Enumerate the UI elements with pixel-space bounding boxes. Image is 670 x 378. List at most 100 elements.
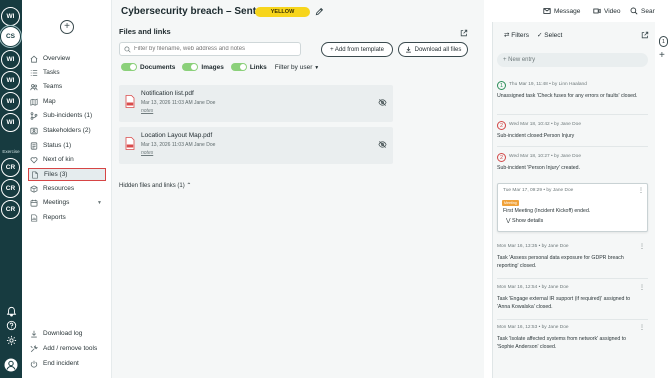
more-menu-icon[interactable]: ⋮ <box>639 284 645 291</box>
sidebar-item-map[interactable]: Map <box>30 95 106 108</box>
box-icon <box>30 185 38 193</box>
images-toggle[interactable] <box>182 63 199 71</box>
entry-count-badge: 1 <box>497 81 506 90</box>
calendar-icon <box>30 199 38 207</box>
workspace-avatar[interactable]: WI <box>1 71 20 90</box>
exercise-avatar[interactable]: CR <box>1 200 20 219</box>
documents-toggle[interactable] <box>121 63 137 71</box>
log-entry[interactable]: 1 Thu Mar 19, 11:48 • by Linn Haaland Un… <box>497 81 648 111</box>
select-button[interactable]: ✓ Select <box>537 31 562 39</box>
gear-icon[interactable] <box>6 335 17 346</box>
power-icon <box>30 360 38 368</box>
sidebar-item-teams[interactable]: Teams <box>30 80 106 93</box>
sidebar-item-tasks[interactable]: Tasks <box>30 66 106 79</box>
file-type-toggles: Documents Images Links Filter by user ▼ <box>121 62 319 72</box>
filter-icon: ⇄ <box>504 32 510 39</box>
workspace-avatar-active[interactable]: CS <box>0 25 22 48</box>
exercise-avatar[interactable]: CR <box>1 158 20 177</box>
more-menu-icon[interactable]: ⋮ <box>638 187 644 194</box>
help-icon[interactable] <box>6 320 17 331</box>
pdf-file-icon <box>125 137 135 150</box>
add-remove-tools-button[interactable]: Add / remove tools <box>30 342 106 355</box>
links-toggle[interactable] <box>230 63 247 71</box>
hidden-files-label: Hidden files and links (1) <box>119 183 185 189</box>
video-button[interactable]: Video <box>593 7 621 15</box>
user-avatar-icon[interactable] <box>4 358 18 372</box>
search-icon <box>630 7 638 15</box>
add-remove-tools-label: Add / remove tools <box>43 345 98 352</box>
log-entry[interactable]: Mon Mar 16, 13:35 • by Jane Doe ⋮ Task '… <box>497 243 648 273</box>
sidebar-item-next-of-kin[interactable]: Next of kin <box>30 153 106 166</box>
file-name[interactable]: Location Layout Map.pdf <box>141 132 212 139</box>
file-notes[interactable]: notes <box>141 108 153 114</box>
download-all-files-button[interactable]: Download all files <box>398 42 468 57</box>
external-link-icon[interactable] <box>460 29 468 37</box>
filters-button[interactable]: ⇄ Filters <box>504 31 529 39</box>
sidebar-item-label: Meetings <box>43 199 70 206</box>
hide-eye-icon[interactable] <box>378 98 387 107</box>
status-icon <box>30 141 38 150</box>
chevron-down-icon[interactable]: ▼ <box>97 200 102 206</box>
log-entry[interactable]: 2 Wed Mar 18, 10:27 • by Jane Doe Sub-in… <box>497 153 648 173</box>
file-card[interactable]: Notification list.pdf Mar 13, 2026 11:03… <box>119 85 393 122</box>
tools-icon <box>30 344 38 352</box>
log-entry[interactable]: Mon Mar 16, 12:53 • by Jane Doe ⋮ Task '… <box>497 324 648 354</box>
log-entry[interactable]: 2 Wed Mar 18, 10:42 • by Jane Doe Sub-in… <box>497 121 648 141</box>
file-icon <box>32 170 38 179</box>
sidebar-item-reports[interactable]: Reports <box>30 211 106 224</box>
sidebar-item-label: Resources <box>43 185 75 192</box>
more-menu-icon[interactable]: ⋮ <box>639 324 645 331</box>
sidebar-item-stakeholders[interactable]: Stakeholders (2) <box>30 124 106 137</box>
download-log-button[interactable]: Download log <box>30 327 106 340</box>
divider <box>497 319 648 320</box>
file-name[interactable]: Notification list.pdf <box>141 90 194 97</box>
add-from-template-button[interactable]: + Add from template <box>321 42 393 57</box>
file-search-input[interactable] <box>134 46 294 52</box>
show-details-button[interactable]: ⋁ Show details <box>506 218 543 224</box>
sidebar-item-overview[interactable]: Overview <box>30 52 106 65</box>
add-panel-icon[interactable]: + <box>659 51 665 61</box>
log-entry[interactable]: Mon Mar 16, 12:54 • by Jane Doe ⋮ Task '… <box>497 284 648 314</box>
download-icon <box>405 46 411 53</box>
add-button[interactable]: + <box>60 20 74 34</box>
sidebar-item-status[interactable]: Status (1) <box>30 139 106 152</box>
entry-text: Sub-incident 'Person Injury' created. <box>497 165 581 171</box>
sidebar-item-sub-incidents[interactable]: Sub-incidents (1) <box>30 109 106 122</box>
end-incident-label: End incident <box>43 360 79 367</box>
sidebar-item-files[interactable]: Files (3) <box>28 168 106 181</box>
message-button[interactable]: Message <box>543 7 580 15</box>
workspace-avatar[interactable]: WI <box>1 7 20 26</box>
external-link-icon[interactable] <box>641 31 649 39</box>
workspace-avatar[interactable]: WI <box>1 92 20 111</box>
new-entry-input[interactable]: + New entry <box>497 53 648 67</box>
hidden-files-toggle[interactable]: Hidden files and links (1) ⌃ <box>119 182 191 189</box>
sidebar-item-label: Stakeholders (2) <box>43 127 91 134</box>
bell-icon[interactable] <box>6 306 17 317</box>
file-notes[interactable]: notes <box>141 150 153 156</box>
mail-icon <box>543 8 551 14</box>
end-incident-button[interactable]: End incident <box>30 357 106 370</box>
file-card[interactable]: Location Layout Map.pdf Mar 13, 2026 11:… <box>119 127 393 164</box>
filter-by-user-dropdown[interactable]: Filter by user ▼ <box>275 64 319 71</box>
divider <box>497 114 648 115</box>
sidebar-item-resources[interactable]: Resources <box>30 182 106 195</box>
hide-eye-icon[interactable] <box>378 140 387 149</box>
sidebar-item-meetings[interactable]: Meetings ▼ <box>30 196 106 209</box>
edit-pencil-icon[interactable] <box>315 7 324 16</box>
entry-text: Unassigned task 'Check fuses for any err… <box>497 93 638 99</box>
file-search-field[interactable] <box>119 42 301 56</box>
sidebar-item-label: Sub-incidents (1) <box>43 112 93 119</box>
more-menu-icon[interactable]: ⋮ <box>639 243 645 250</box>
status-badge[interactable]: YELLOW <box>255 7 310 17</box>
activity-log-panel: ⇄ Filters ✓ Select + New entry 1 Thu Mar… <box>492 22 655 378</box>
workspace-avatar[interactable]: WI <box>1 113 20 132</box>
list-icon <box>30 69 38 76</box>
download-all-label: Download all files <box>414 46 462 53</box>
exercise-avatar[interactable]: CR <box>1 179 20 198</box>
panel-counter-badge[interactable]: 1 <box>659 36 668 47</box>
users-icon <box>30 83 38 90</box>
meeting-log-card[interactable]: Tue Mar 17, 09:29 • by Jane Doe ⋮ Meetin… <box>497 183 648 232</box>
sidebar-item-label: Overview <box>43 55 71 62</box>
chevron-down-icon: ▼ <box>314 64 320 71</box>
workspace-avatar[interactable]: WI <box>1 50 20 69</box>
